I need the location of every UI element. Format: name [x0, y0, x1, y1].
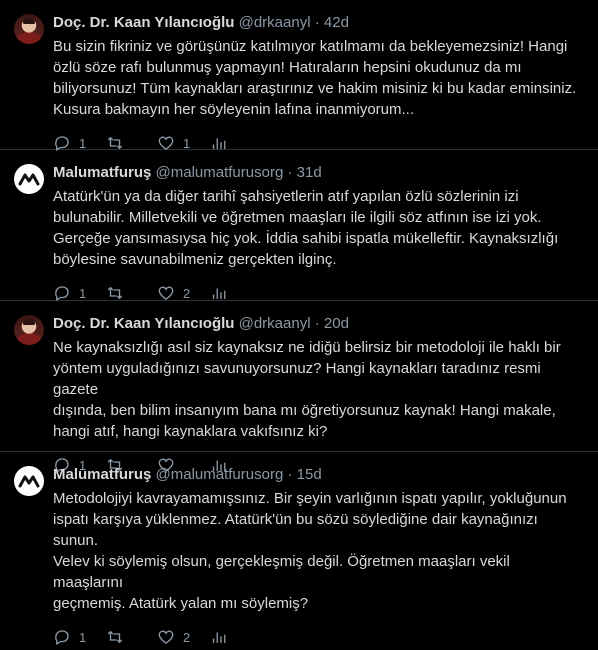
avatar[interactable] — [14, 315, 44, 345]
author-handle[interactable]: @drkaanyl — [239, 14, 311, 31]
tweet-header: Doç. Dr. Kaan Yılancıoğlu @drkaanyl · 42… — [53, 14, 578, 32]
timestamp[interactable]: 15d — [297, 466, 322, 483]
reply-count: 1 — [79, 135, 87, 151]
like-count: 2 — [183, 629, 191, 645]
reply-count: 1 — [79, 629, 87, 645]
tweet-text: Bu sizin fikriniz ve görüşünüz katılmıyo… — [53, 38, 577, 118]
reply-button[interactable]: 1 — [53, 628, 105, 646]
tweet-text: Metodolojiyi kavrayamamışsınız. Bir şeyi… — [53, 490, 567, 612]
tweet-text: Atatürk'ün ya da diğer tarihî şahsiyetle… — [53, 188, 559, 268]
like-button[interactable]: 2 — [157, 284, 209, 302]
author-handle[interactable]: @drkaanyl — [239, 315, 311, 332]
analytics-button[interactable] — [209, 628, 261, 646]
analytics-icon — [212, 632, 226, 643]
like-count: 1 — [183, 135, 191, 151]
tweet-text: Ne kaynaksızlığı asıl siz kaynaksız ne i… — [53, 339, 561, 440]
author-name[interactable]: Malumatfuruş — [53, 466, 151, 483]
tweet-thread: Doç. Dr. Kaan Yılancıoğlu @drkaanyl · 42… — [0, 0, 598, 645]
heart-icon — [158, 286, 174, 300]
reply-icon — [55, 630, 69, 645]
analytics-button[interactable] — [209, 284, 261, 302]
tweet[interactable]: Doç. Dr. Kaan Yılancıoğlu @drkaanyl · 20… — [0, 301, 598, 473]
avatar[interactable] — [14, 164, 44, 194]
separator: · — [314, 315, 320, 332]
tweet[interactable]: Malumatfuruş @malumatfurusorg · 31d Atat… — [0, 150, 598, 301]
author-handle[interactable]: @malumatfurusorg — [156, 466, 284, 483]
author-handle[interactable]: @malumatfurusorg — [156, 164, 284, 181]
reply-icon — [55, 286, 69, 301]
retweet-icon — [107, 286, 123, 300]
tweet-actions: 1 2 — [53, 624, 578, 650]
tweet[interactable]: Malumatfuruş @malumatfurusorg · 15d Meto… — [0, 452, 598, 645]
timestamp[interactable]: 20d — [324, 315, 349, 332]
author-name[interactable]: Doç. Dr. Kaan Yılancıoğlu — [53, 14, 234, 31]
retweet-button[interactable] — [105, 628, 157, 646]
retweet-button[interactable] — [105, 284, 157, 302]
reply-button[interactable]: 1 — [53, 284, 105, 302]
analytics-icon — [212, 288, 226, 299]
tweet[interactable]: Doç. Dr. Kaan Yılancıoğlu @drkaanyl · 42… — [0, 0, 598, 151]
tweet-header: Malumatfuruş @malumatfurusorg · 15d — [53, 466, 578, 484]
timestamp[interactable]: 31d — [297, 164, 322, 181]
author-name[interactable]: Malumatfuruş — [53, 164, 151, 181]
heart-icon — [158, 630, 174, 644]
timestamp[interactable]: 42d — [324, 14, 349, 31]
like-count: 2 — [183, 285, 191, 301]
author-name[interactable]: Doç. Dr. Kaan Yılancıoğlu — [53, 315, 234, 332]
avatar[interactable] — [14, 14, 44, 44]
tweet-header: Doç. Dr. Kaan Yılancıoğlu @drkaanyl · 20… — [53, 315, 578, 333]
retweet-icon — [107, 630, 123, 644]
tweet-header: Malumatfuruş @malumatfurusorg · 31d — [53, 164, 578, 182]
reply-count: 1 — [79, 285, 87, 301]
malumatfurus-logo-icon — [18, 173, 40, 186]
malumatfurus-logo-icon — [18, 475, 40, 488]
separator: · — [287, 466, 293, 483]
separator: · — [287, 164, 293, 181]
like-button[interactable]: 2 — [157, 628, 209, 646]
avatar[interactable] — [14, 466, 44, 496]
separator: · — [314, 14, 320, 31]
